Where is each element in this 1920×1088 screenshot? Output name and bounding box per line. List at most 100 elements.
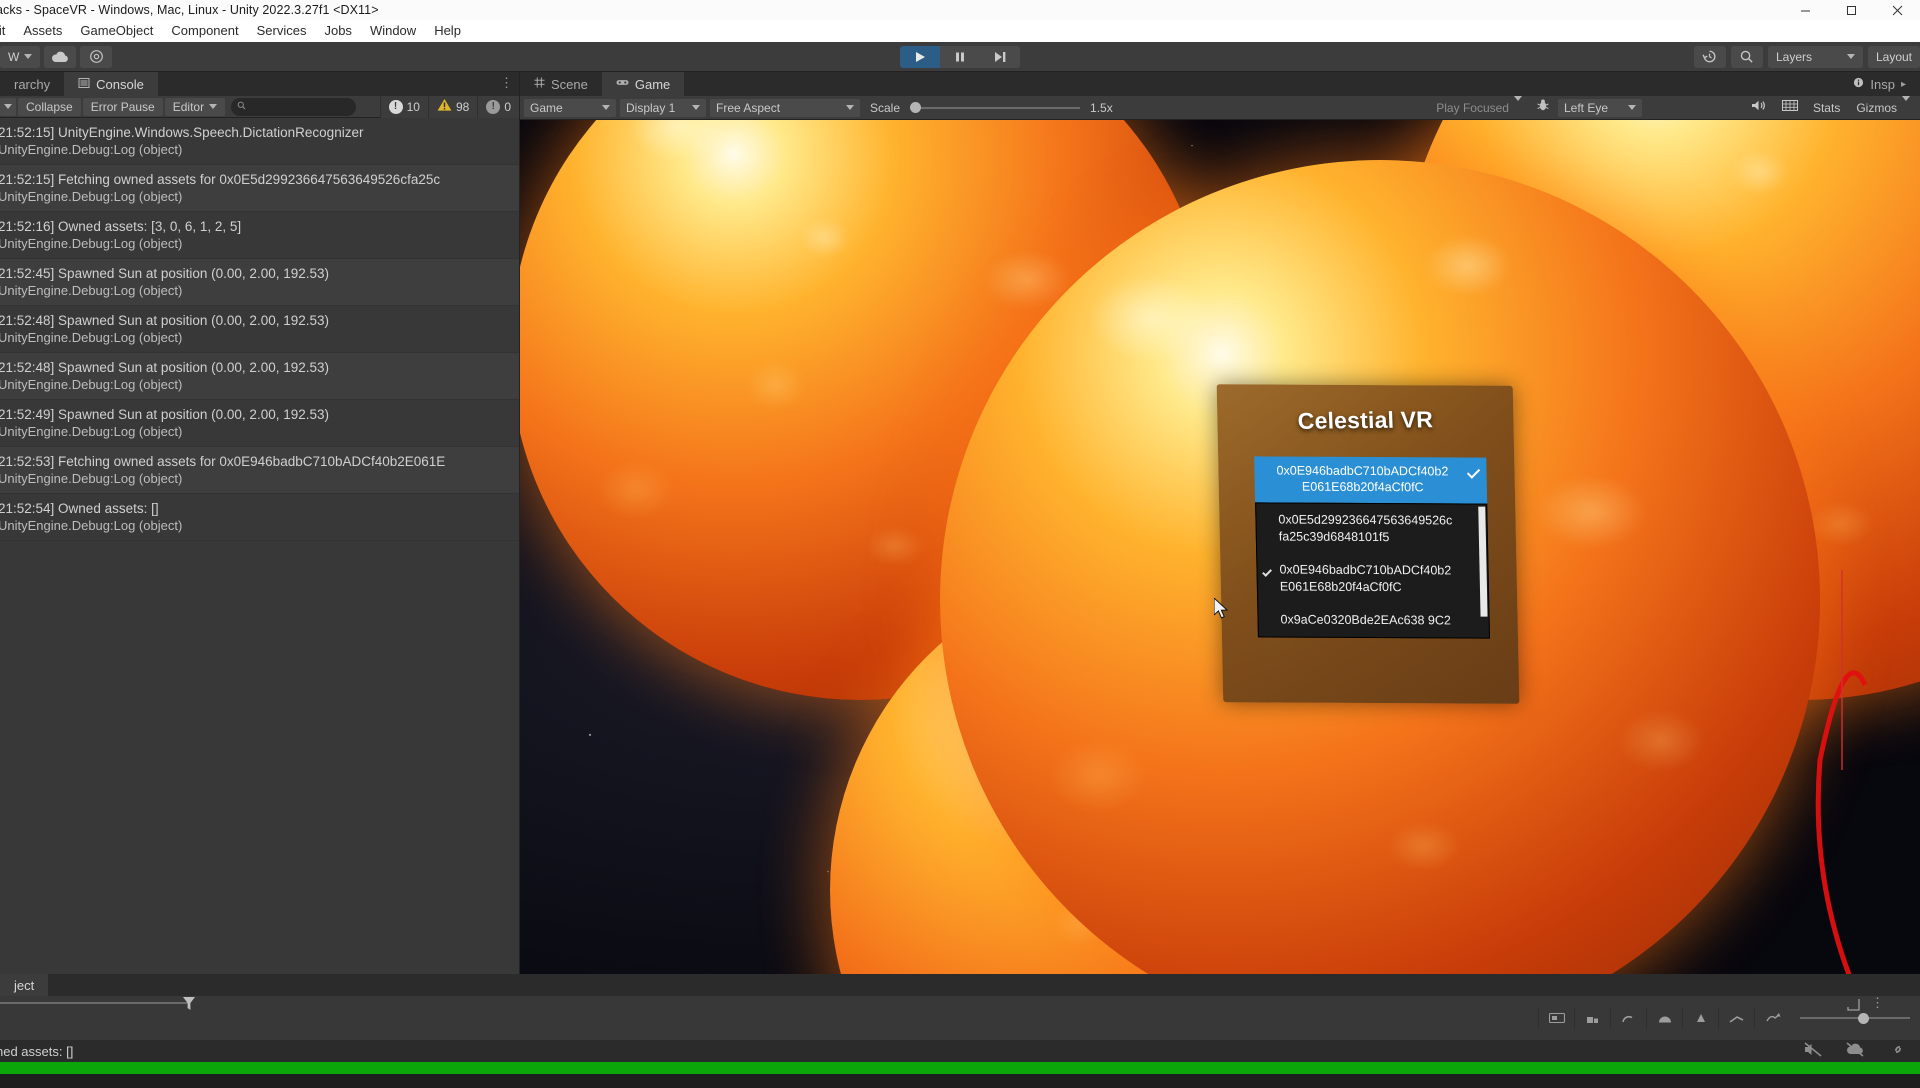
menu-item[interactable]: 0x9aCe0320Bde2EAc638 9C2 xyxy=(1258,603,1489,637)
console-options-kebab[interactable]: ⋮ xyxy=(500,76,513,90)
history-icon[interactable] xyxy=(1693,45,1726,68)
play-mode-dropdown[interactable]: Play Focused xyxy=(1430,95,1528,115)
list-item[interactable]: 21:52:15] Fetching owned assets for 0x0E… xyxy=(0,165,519,212)
play-icon[interactable] xyxy=(900,45,940,68)
link-icon[interactable] xyxy=(1876,1042,1920,1060)
search-icon[interactable] xyxy=(1730,45,1763,68)
error-pause-toggle[interactable]: Error Pause xyxy=(82,97,163,116)
option-line2: E061E68b20f4aCf0fC xyxy=(1279,579,1402,595)
fog-icon[interactable] xyxy=(1682,1007,1718,1029)
stats-button[interactable]: Stats xyxy=(1807,101,1846,115)
pause-icon[interactable] xyxy=(940,45,980,68)
account-dropdown[interactable]: W xyxy=(0,45,41,68)
warning-counter[interactable]: 98 xyxy=(427,95,478,118)
wallet-dropdown[interactable]: 0x0E946badbC710bADCf40b2 E061E68b20f4aCf… xyxy=(1254,456,1491,639)
console-log-list[interactable]: 21:52:15] UnityEngine.Windows.Speech.Dic… xyxy=(0,118,519,974)
list-item[interactable]: 21:52:15] UnityEngine.Windows.Speech.Dic… xyxy=(0,118,519,165)
tab-game[interactable]: Game xyxy=(601,72,685,96)
search-input[interactable] xyxy=(231,97,357,116)
play-controls xyxy=(900,45,1020,68)
tab-scene[interactable]: Scene xyxy=(520,72,602,96)
status-bar: ned assets: [] xyxy=(0,1040,1920,1062)
menu-item-services[interactable]: Services xyxy=(248,20,316,42)
panel-layout-icon[interactable] xyxy=(1847,998,1860,1016)
tab-game-label: Game xyxy=(634,76,671,92)
vr-ui-panel[interactable]: Celestial VR 0x0E946badbC710bADCf40b2 E0… xyxy=(1216,384,1520,704)
slider-track xyxy=(1800,1017,1910,1019)
layout-dropdown[interactable]: Layout xyxy=(1867,45,1920,68)
bug-icon[interactable] xyxy=(1532,98,1554,117)
list-item[interactable]: 21:52:53] Fetching owned assets for 0x0E… xyxy=(0,447,519,494)
clear-dropdown-button[interactable] xyxy=(0,97,16,116)
menu-item-edit[interactable]: lit xyxy=(0,20,14,42)
collapse-toggle[interactable]: Collapse xyxy=(18,97,81,116)
eye-dropdown[interactable]: Left Eye xyxy=(1557,98,1642,117)
menu-item-assets[interactable]: Assets xyxy=(14,20,71,42)
chevron-down-icon xyxy=(602,105,610,110)
list-item[interactable]: 21:52:16] Owned assets: [3, 0, 6, 1, 2, … xyxy=(0,212,519,259)
gizmos-dropdown[interactable]: Gizmos xyxy=(1850,95,1916,115)
minimize-icon[interactable] xyxy=(1782,0,1828,20)
mute-audio-icon[interactable] xyxy=(1745,99,1773,117)
menu-item-component[interactable]: Component xyxy=(162,20,247,42)
wallet-dropdown-options[interactable]: 0x0E5d299236647563649526c fa25c39d684810… xyxy=(1255,502,1491,639)
error-counter[interactable]: ! 10 xyxy=(379,95,428,118)
tab-console[interactable]: Console xyxy=(64,72,158,96)
option-line1: 0x0E5d299236647563649526c xyxy=(1278,512,1453,528)
mouse-cursor xyxy=(1214,598,1229,619)
tab-project-label: ject xyxy=(14,977,35,993)
effects-icon[interactable] xyxy=(1754,1007,1790,1029)
grid-icon[interactable] xyxy=(1777,99,1803,117)
menu-item-jobs[interactable]: Jobs xyxy=(315,20,360,42)
game-target-dropdown[interactable]: Game xyxy=(524,98,616,117)
status-text: ned assets: [] xyxy=(0,1043,74,1059)
list-item[interactable]: 21:52:48] Spawned Sun at position (0.00,… xyxy=(0,306,519,353)
chevron-down-icon xyxy=(846,105,854,110)
cloud-off-icon[interactable] xyxy=(1834,1042,1876,1060)
progress-bar xyxy=(0,1062,1920,1074)
shadow-icon[interactable] xyxy=(1646,1007,1682,1029)
project-panel: ⋮ xyxy=(0,996,1920,1040)
mute-icon[interactable] xyxy=(1792,1042,1834,1060)
toolbar-left-group: W xyxy=(0,45,113,68)
light-icon[interactable] xyxy=(1610,1007,1646,1029)
tab-project[interactable]: ject xyxy=(0,974,49,996)
close-icon[interactable] xyxy=(1874,0,1920,20)
editor-dropdown[interactable]: Editor xyxy=(164,97,226,116)
display-dropdown[interactable]: Display 1 xyxy=(620,98,706,117)
wallet-dropdown-selected[interactable]: 0x0E946badbC710bADCf40b2 E061E68b20f4aCf… xyxy=(1254,456,1488,504)
layers-dropdown[interactable]: Layers xyxy=(1767,45,1863,68)
menu-item[interactable]: 0x0E946badbC710bADCf40b2 E061E68b20f4aCf… xyxy=(1257,553,1488,604)
wallet-selected-line2: E061E68b20f4aCf0fC xyxy=(1301,479,1424,495)
gizmos-label: Gizmos xyxy=(1856,100,1897,115)
tab-inspector[interactable]: Insp ▸ xyxy=(1839,72,1920,96)
gear-icon[interactable] xyxy=(80,45,113,68)
tab-hierarchy[interactable]: rarchy xyxy=(0,72,65,96)
sky-icon[interactable] xyxy=(1718,1007,1754,1029)
panel-options-kebab[interactable]: ⋮ xyxy=(1871,996,1884,1010)
menu-item-gameobject[interactable]: GameObject xyxy=(71,20,162,42)
list-item[interactable]: 21:52:49] Spawned Sun at position (0.00,… xyxy=(0,400,519,447)
game-render-view[interactable]: Celestial VR 0x0E946badbC710bADCf40b2 E0… xyxy=(520,120,1920,974)
info-counter[interactable]: ! 0 xyxy=(477,95,519,118)
list-item[interactable]: 21:52:45] Spawned Sun at position (0.00,… xyxy=(0,259,519,306)
warning-count: 98 xyxy=(455,99,470,114)
filter-icon[interactable] xyxy=(182,996,196,1017)
capture-icon[interactable] xyxy=(1538,1007,1574,1029)
step-icon[interactable] xyxy=(980,45,1020,68)
menu-item-window[interactable]: Window xyxy=(361,20,425,42)
menu-item-help[interactable]: Help xyxy=(425,20,470,42)
maximize-icon[interactable] xyxy=(1828,0,1874,20)
option-line2: fa25c39d6848101f5 xyxy=(1278,529,1390,545)
scale-slider[interactable] xyxy=(910,99,1081,117)
list-item[interactable]: 21:52:54] Owned assets: [] UnityEngine.D… xyxy=(0,494,519,541)
layers-icon[interactable] xyxy=(1574,1007,1610,1029)
window-controls xyxy=(1782,0,1920,20)
slider-handle[interactable] xyxy=(910,102,922,113)
project-size-slider-track[interactable] xyxy=(0,1002,190,1004)
aspect-label: Free Aspect xyxy=(716,100,781,115)
menu-item[interactable]: 0x0E5d299236647563649526c fa25c39d684810… xyxy=(1256,503,1487,554)
aspect-dropdown[interactable]: Free Aspect xyxy=(710,98,860,117)
list-item[interactable]: 21:52:48] Spawned Sun at position (0.00,… xyxy=(0,353,519,400)
cloud-icon[interactable] xyxy=(44,45,77,68)
